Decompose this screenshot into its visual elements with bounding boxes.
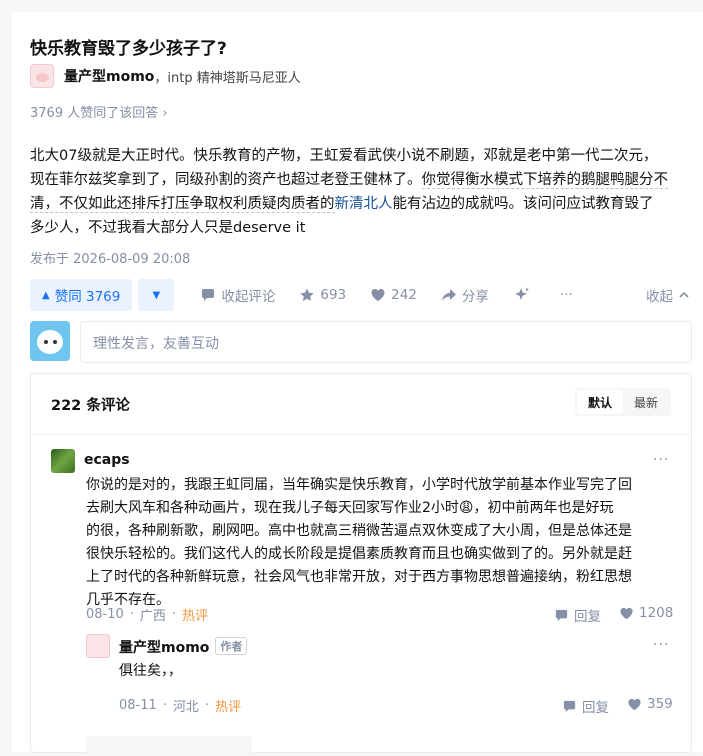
comment-line: 去刷大风车和各种动画片，现在我儿子每天回家写作业2小时😩，初中前两年也是好玩	[86, 500, 614, 516]
reply-label: 回复	[574, 609, 601, 625]
comment-icon	[555, 609, 568, 621]
downvote-button[interactable]: ▼	[138, 279, 175, 311]
commenter-name[interactable]: ecaps	[84, 452, 130, 468]
ai-button[interactable]	[513, 286, 536, 304]
like-button[interactable]: 242	[370, 287, 417, 303]
reply-like-button[interactable]: 359	[627, 696, 673, 712]
author-name[interactable]: 量产型momo	[64, 66, 154, 86]
meta-sep: ·	[129, 607, 134, 622]
comment-line: 上了时代的各种新鲜玩意，社会风气也非常开放，对于西方事物思想普遍接纳，粉红思想	[86, 569, 632, 585]
replier-name-row: 量产型momo 作者	[119, 637, 248, 657]
sparkle-icon	[514, 287, 529, 300]
upvote-label: 赞同 3769	[54, 289, 121, 305]
replier-avatar[interactable]	[86, 634, 110, 658]
comment-line: 你说的是对的，我跟王虹同届，当年确实是快乐教育，小学时代放学前基本作业写完了回	[86, 477, 632, 493]
sort-latest-button[interactable]: 最新	[623, 390, 669, 414]
answer-line1b: 。快乐教育的产物，王虹爱看武侠小说不刷题，邓就是老中第一代二次元，	[178, 148, 658, 164]
downvote-arrow-icon: ▼	[152, 289, 161, 301]
reply-more-button[interactable]: ···	[653, 637, 669, 653]
comment-icon	[563, 700, 576, 712]
collapse-button[interactable]: 收起	[646, 285, 690, 305]
reply-date: 08-11	[119, 698, 157, 713]
comment-like-button[interactable]: 1208	[619, 605, 673, 621]
comment-input[interactable]: 理性发言，友善互动	[80, 321, 692, 363]
hot-tag: 热评	[215, 700, 242, 715]
reply-reply-button[interactable]: 回复	[562, 696, 609, 716]
reply-meta: 08-11 · 河北 · 热评	[119, 696, 241, 715]
heart-icon	[371, 289, 385, 301]
comment-more-button[interactable]: ···	[653, 452, 669, 468]
collect-count: 693	[320, 287, 347, 303]
author-row: 量产型momo ，intp 精神塔斯马尼亚人	[30, 64, 301, 88]
comment-toggle-button[interactable]: 收起评论	[200, 285, 275, 305]
reply-button[interactable]: 回复	[554, 605, 601, 625]
author-bio: ，intp 精神塔斯马尼亚人	[154, 70, 301, 86]
divider	[31, 434, 691, 435]
comment-meta: 08-10 · 广西 · 热评	[86, 605, 208, 624]
answer-card: 快乐教育毁了多少孩子了? 量产型momo ，intp 精神塔斯马尼亚人 3769…	[12, 12, 703, 756]
answer-line3b: 能有沾边的成就吗。该问问应试教育毁了	[392, 196, 654, 212]
heart-icon	[628, 698, 641, 710]
action-bar: ▲ 赞同 3769 ▼ 收起评论 693 242 分享 ··· 收起	[30, 279, 690, 311]
sort-toggle: 默认 最新	[574, 388, 671, 416]
share-button[interactable]: 分享	[441, 285, 489, 305]
comment-icon	[202, 289, 215, 301]
answer-line4: 多少人，不过我看大部分人只是deserve it	[30, 220, 306, 236]
author-badge: 作者	[215, 637, 248, 655]
sort-default-button[interactable]: 默认	[576, 390, 623, 414]
current-user-avatar	[30, 321, 70, 361]
comment-date: 08-10	[86, 607, 124, 622]
comment-input-row: 理性发言，友善互动	[30, 321, 692, 363]
comment-toggle-label: 收起评论	[221, 289, 276, 305]
comment-like-count: 1208	[639, 605, 674, 621]
answer-line2b: 你觉得衡水模式下培养的鹅腿鸭腿分不	[421, 172, 668, 189]
comment-line: 很快乐轻松的。我们这代人的成长阶段是提倡素质教育而且也确实做到了的。另外就是赶	[86, 546, 632, 562]
answer-line2: 现在菲尔兹奖拿到了，同级孙割的资产也超过老登王健林了。	[30, 172, 422, 188]
upvote-arrow-icon: ▲	[42, 289, 50, 301]
meta-sep: ·	[162, 698, 167, 713]
answer-link[interactable]: 新清北人	[335, 196, 393, 212]
comment-line: 的很，各种刷新歌，刷网吧。高中也就高三稍微苦逼点双休变成了大小周，但是总体还是	[86, 523, 632, 539]
upvote-button[interactable]: ▲ 赞同 3769	[30, 279, 133, 311]
question-title[interactable]: 快乐教育毁了多少孩子了?	[30, 34, 227, 59]
comments-count: 222 条评论	[51, 398, 130, 414]
collect-button[interactable]: 693	[299, 287, 346, 303]
share-label: 分享	[461, 289, 489, 305]
collapse-label: 收起	[646, 289, 673, 305]
reply-label: 回复	[582, 700, 609, 716]
heart-icon	[620, 607, 633, 619]
upvote-info-link[interactable]: 3769 人赞同了该回答 ›	[30, 102, 168, 121]
comments-panel: 222 条评论 默认 最新 ecaps ··· 你说的是对的，我跟王虹同届，当年…	[30, 373, 692, 756]
star-icon	[300, 288, 314, 301]
answer-content: 北大07级就是大正时代。快乐教育的产物，王虹爱看武侠小说不刷题，邓就是老中第一代…	[30, 144, 690, 240]
chevron-up-icon	[679, 291, 689, 298]
comment-location: 广西	[139, 609, 166, 624]
answer-line3a: 清，不仅如此还排斥打压争取权利质疑肉质者的	[30, 196, 335, 213]
replier-name[interactable]: 量产型momo	[119, 640, 209, 656]
more-button[interactable]: ···	[560, 287, 573, 303]
meta-sep: ·	[204, 698, 210, 713]
reply-like-count: 359	[647, 696, 673, 712]
hot-tag: 热评	[182, 609, 209, 624]
answer-line1a: 北大07级就是大正时代	[30, 148, 179, 164]
share-icon	[441, 289, 456, 301]
publish-date: 发布于 2026-08-09 20:08	[30, 252, 191, 267]
reply-text: 俱往矣，，	[119, 663, 182, 679]
expand-replies-button[interactable]	[86, 736, 252, 756]
comment-text: 你说的是对的，我跟王虹同届，当年确实是快乐教育，小学时代放学前基本作业写完了回 …	[86, 474, 686, 612]
reply-location: 河北	[172, 700, 199, 715]
meta-sep: ·	[171, 607, 177, 622]
author-avatar[interactable]	[30, 64, 54, 88]
commenter-avatar[interactable]	[51, 449, 75, 473]
like-count: 242	[391, 287, 417, 303]
